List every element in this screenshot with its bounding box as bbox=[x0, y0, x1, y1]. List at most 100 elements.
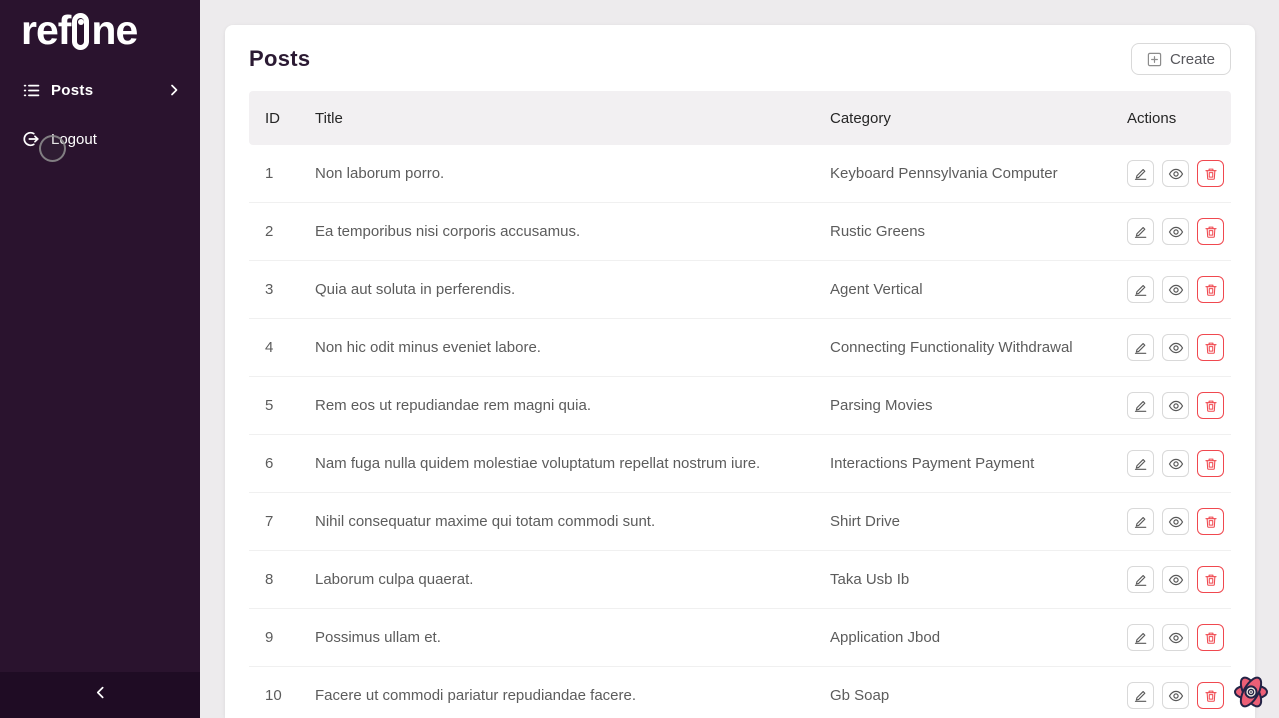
table-row: 8 Laborum culpa quaerat. Taka Usb Ib bbox=[249, 551, 1231, 609]
table-row: 5 Rem eos ut repudiandae rem magni quia.… bbox=[249, 377, 1231, 435]
row-id-cell: 6 bbox=[249, 435, 299, 493]
row-category-cell: Taka Usb Ib bbox=[814, 551, 1111, 609]
table-row: 6 Nam fuga nulla quidem molestiae volupt… bbox=[249, 435, 1231, 493]
row-title-cell: Non hic odit minus eveniet labore. bbox=[299, 319, 814, 377]
row-category-cell: Parsing Movies bbox=[814, 377, 1111, 435]
row-category-cell: Connecting Functionality Withdrawal bbox=[814, 319, 1111, 377]
show-button[interactable] bbox=[1162, 624, 1189, 651]
edit-button[interactable] bbox=[1127, 392, 1154, 419]
edit-button[interactable] bbox=[1127, 160, 1154, 187]
delete-button[interactable] bbox=[1197, 566, 1224, 593]
column-header-actions: Actions bbox=[1111, 91, 1231, 145]
card-header: Posts Create bbox=[249, 41, 1231, 77]
row-id-cell: 3 bbox=[249, 261, 299, 319]
show-button[interactable] bbox=[1162, 450, 1189, 477]
show-button[interactable] bbox=[1162, 682, 1189, 709]
logo-text-left: ref bbox=[21, 10, 70, 51]
row-id-cell: 4 bbox=[249, 319, 299, 377]
show-button[interactable] bbox=[1162, 508, 1189, 535]
column-header-category[interactable]: Category bbox=[814, 91, 1111, 145]
logo-i-glyph bbox=[72, 13, 89, 50]
show-button[interactable] bbox=[1162, 276, 1189, 303]
table-row: 2 Ea temporibus nisi corporis accusamus.… bbox=[249, 203, 1231, 261]
row-actions-cell bbox=[1111, 377, 1231, 435]
row-category-cell: Agent Vertical bbox=[814, 261, 1111, 319]
sidebar-collapse-button[interactable] bbox=[0, 672, 200, 718]
delete-button[interactable] bbox=[1197, 160, 1224, 187]
chevron-right-icon bbox=[168, 84, 180, 96]
row-id-cell: 1 bbox=[249, 145, 299, 203]
sidebar: ref ne Posts Logout bbox=[0, 0, 200, 718]
row-title-cell: Possimus ullam et. bbox=[299, 609, 814, 667]
row-title-cell: Rem eos ut repudiandae rem magni quia. bbox=[299, 377, 814, 435]
page-title: Posts bbox=[249, 46, 310, 72]
delete-button[interactable] bbox=[1197, 682, 1224, 709]
sidebar-item-logout[interactable]: Logout bbox=[0, 122, 200, 156]
table-row: 4 Non hic odit minus eveniet labore. Con… bbox=[249, 319, 1231, 377]
refine-logo: ref ne bbox=[21, 10, 200, 51]
delete-button[interactable] bbox=[1197, 508, 1224, 535]
edit-button[interactable] bbox=[1127, 334, 1154, 361]
refine-flower-icon[interactable] bbox=[1230, 671, 1272, 713]
delete-button[interactable] bbox=[1197, 276, 1224, 303]
posts-list-card: Posts Create ID Title Category Actions bbox=[225, 25, 1255, 718]
delete-button[interactable] bbox=[1197, 218, 1224, 245]
row-category-cell: Application Jbod bbox=[814, 609, 1111, 667]
row-title-cell: Quia aut soluta in perferendis. bbox=[299, 261, 814, 319]
row-category-cell: Rustic Greens bbox=[814, 203, 1111, 261]
row-category-cell: Shirt Drive bbox=[814, 493, 1111, 551]
row-actions-cell bbox=[1111, 551, 1231, 609]
sidebar-item-label: Posts bbox=[51, 82, 93, 99]
unordered-list-icon bbox=[22, 81, 40, 99]
show-button[interactable] bbox=[1162, 218, 1189, 245]
edit-button[interactable] bbox=[1127, 276, 1154, 303]
logout-icon bbox=[22, 130, 40, 148]
posts-table: ID Title Category Actions 1 Non laborum … bbox=[249, 91, 1231, 718]
edit-button[interactable] bbox=[1127, 218, 1154, 245]
show-button[interactable] bbox=[1162, 566, 1189, 593]
main-content: Posts Create ID Title Category Actions bbox=[200, 0, 1279, 718]
create-button[interactable]: Create bbox=[1131, 43, 1231, 75]
row-category-cell: Keyboard Pennsylvania Computer bbox=[814, 145, 1111, 203]
edit-button[interactable] bbox=[1127, 624, 1154, 651]
row-id-cell: 9 bbox=[249, 609, 299, 667]
edit-button[interactable] bbox=[1127, 566, 1154, 593]
row-category-cell: Interactions Payment Payment bbox=[814, 435, 1111, 493]
row-title-cell: Facere ut commodi pariatur repudiandae f… bbox=[299, 667, 814, 718]
row-id-cell: 5 bbox=[249, 377, 299, 435]
sidebar-item-posts[interactable]: Posts bbox=[0, 73, 200, 107]
logo-text-right: ne bbox=[91, 10, 137, 51]
chevron-left-icon bbox=[94, 686, 107, 704]
row-category-cell: Gb Soap bbox=[814, 667, 1111, 718]
table-row: 10 Facere ut commodi pariatur repudianda… bbox=[249, 667, 1231, 718]
edit-button[interactable] bbox=[1127, 450, 1154, 477]
row-title-cell: Ea temporibus nisi corporis accusamus. bbox=[299, 203, 814, 261]
plus-square-icon bbox=[1147, 52, 1162, 67]
show-button[interactable] bbox=[1162, 334, 1189, 361]
row-actions-cell bbox=[1111, 145, 1231, 203]
row-id-cell: 8 bbox=[249, 551, 299, 609]
delete-button[interactable] bbox=[1197, 450, 1224, 477]
table-row: 9 Possimus ullam et. Application Jbod bbox=[249, 609, 1231, 667]
row-title-cell: Nam fuga nulla quidem molestiae voluptat… bbox=[299, 435, 814, 493]
edit-button[interactable] bbox=[1127, 508, 1154, 535]
delete-button[interactable] bbox=[1197, 392, 1224, 419]
row-actions-cell bbox=[1111, 435, 1231, 493]
column-header-id[interactable]: ID bbox=[249, 91, 299, 145]
click-indicator bbox=[39, 135, 66, 162]
row-actions-cell bbox=[1111, 667, 1231, 718]
delete-button[interactable] bbox=[1197, 334, 1224, 361]
show-button[interactable] bbox=[1162, 392, 1189, 419]
row-title-cell: Nihil consequatur maxime qui totam commo… bbox=[299, 493, 814, 551]
row-id-cell: 7 bbox=[249, 493, 299, 551]
column-header-title[interactable]: Title bbox=[299, 91, 814, 145]
table-header-row: ID Title Category Actions bbox=[249, 91, 1231, 145]
edit-button[interactable] bbox=[1127, 682, 1154, 709]
row-actions-cell bbox=[1111, 319, 1231, 377]
row-title-cell: Non laborum porro. bbox=[299, 145, 814, 203]
show-button[interactable] bbox=[1162, 160, 1189, 187]
table-row: 7 Nihil consequatur maxime qui totam com… bbox=[249, 493, 1231, 551]
table-body: 1 Non laborum porro. Keyboard Pennsylvan… bbox=[249, 145, 1231, 718]
delete-button[interactable] bbox=[1197, 624, 1224, 651]
create-button-label: Create bbox=[1170, 51, 1215, 68]
